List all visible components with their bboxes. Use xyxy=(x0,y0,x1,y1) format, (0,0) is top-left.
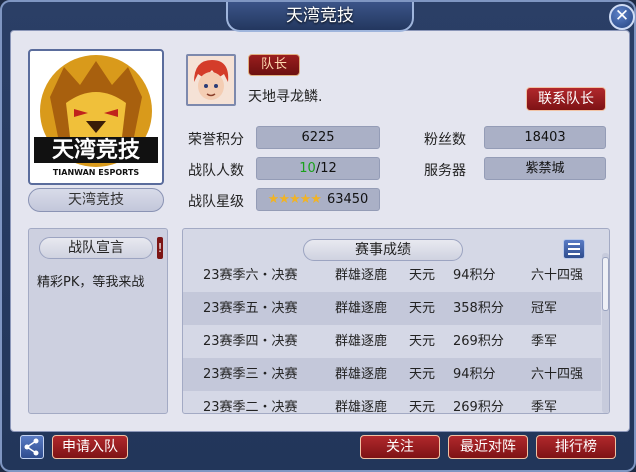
captain-name: 天地寻龙鳞. xyxy=(248,89,323,105)
result-server: 天元 xyxy=(409,268,436,283)
result-event: 23赛季六・决赛 xyxy=(203,268,298,283)
result-rank: 季军 xyxy=(531,400,558,414)
dialog-frame: 天湾竞技 ✕ 天湾竞技 TIANWAN ESPORTS 天湾竞技 队长 天地寻龙… xyxy=(0,0,636,472)
apply-join-button[interactable]: 申请入队 xyxy=(52,435,128,459)
declaration-title: 战队宣言 xyxy=(39,237,153,259)
result-row[interactable]: 23赛季四・决赛 群雄逐鹿 天元 269积分 季军 xyxy=(183,325,601,358)
window-title: 天湾竞技 xyxy=(226,2,414,32)
menu-icon[interactable] xyxy=(563,239,585,259)
result-rank: 六十四强 xyxy=(531,367,584,382)
star-label: 战队星级 xyxy=(188,194,244,210)
results-scrollbar[interactable] xyxy=(602,253,609,413)
close-icon[interactable]: ✕ xyxy=(609,4,635,30)
server-value: 紫禁城 xyxy=(484,157,606,180)
declaration-text: 精彩PK，等我来战 xyxy=(37,275,145,290)
results-title: 赛事成绩 xyxy=(303,239,463,261)
ranking-button[interactable]: 排行榜 xyxy=(536,435,616,459)
result-row[interactable]: 23赛季三・决赛 群雄逐鹿 天元 94积分 六十四强 xyxy=(183,358,601,391)
follow-button[interactable]: 关注 xyxy=(360,435,440,459)
result-points: 94积分 xyxy=(453,268,496,283)
team-name: 天湾竞技 xyxy=(28,188,164,212)
results-panel: 赛事成绩 23赛季六・决赛 群雄逐鹿 天元 94积分 六十四强 23赛季五・决赛… xyxy=(182,228,610,414)
honor-value: 6225 xyxy=(256,126,380,149)
star-rating-icon: ★★★★★ xyxy=(267,192,322,207)
result-row[interactable]: 23赛季六・决赛 群雄逐鹿 天元 94积分 六十四强 xyxy=(183,259,601,292)
result-server: 天元 xyxy=(409,301,436,316)
result-event: 23赛季三・决赛 xyxy=(203,367,298,382)
members-max: /12 xyxy=(315,161,337,176)
members-label: 战队人数 xyxy=(188,163,244,179)
result-server: 天元 xyxy=(409,334,436,349)
logo-subtitle: TIANWAN ESPORTS xyxy=(53,168,140,177)
result-mode: 群雄逐鹿 xyxy=(335,400,388,414)
logo-title: 天湾竞技 xyxy=(52,137,141,163)
result-mode: 群雄逐鹿 xyxy=(335,367,388,382)
result-server: 天元 xyxy=(409,367,436,382)
result-server: 天元 xyxy=(409,400,436,414)
members-value: 10/12 xyxy=(256,157,380,180)
fans-label: 粉丝数 xyxy=(424,132,466,148)
result-points: 358积分 xyxy=(453,301,504,316)
star-value: 63450 xyxy=(326,192,369,207)
result-points: 94积分 xyxy=(453,367,496,382)
star-field: ★★★★★ 63450 xyxy=(256,188,380,211)
result-points: 269积分 xyxy=(453,400,504,414)
alert-icon: ! xyxy=(157,237,163,259)
result-mode: 群雄逐鹿 xyxy=(335,334,388,349)
result-event: 23赛季四・决赛 xyxy=(203,334,298,349)
honor-label: 荣誉积分 xyxy=(188,132,244,148)
share-icon[interactable] xyxy=(20,435,44,459)
fans-value: 18403 xyxy=(484,126,606,149)
server-label: 服务器 xyxy=(424,163,466,179)
captain-avatar[interactable] xyxy=(186,54,236,106)
result-event: 23赛季五・决赛 xyxy=(203,301,298,316)
contact-captain-button[interactable]: 联系队长 xyxy=(526,87,606,111)
scrollbar-thumb[interactable] xyxy=(602,257,609,311)
result-rank: 六十四强 xyxy=(531,268,584,283)
result-row[interactable]: 23赛季五・决赛 群雄逐鹿 天元 358积分 冠军 xyxy=(183,292,601,325)
result-mode: 群雄逐鹿 xyxy=(335,268,388,283)
result-rank: 冠军 xyxy=(531,301,558,316)
declaration-panel: 战队宣言 ! 精彩PK，等我来战 xyxy=(28,228,168,414)
result-points: 269积分 xyxy=(453,334,504,349)
team-logo: 天湾竞技 TIANWAN ESPORTS xyxy=(28,49,164,185)
result-row[interactable]: 23赛季二・决赛 群雄逐鹿 天元 269积分 季军 xyxy=(183,391,601,414)
members-current: 10 xyxy=(299,161,316,176)
result-event: 23赛季二・决赛 xyxy=(203,400,298,414)
result-rank: 季军 xyxy=(531,334,558,349)
recent-matches-button[interactable]: 最近对阵 xyxy=(448,435,528,459)
result-mode: 群雄逐鹿 xyxy=(335,301,388,316)
captain-badge: 队长 xyxy=(248,54,300,76)
